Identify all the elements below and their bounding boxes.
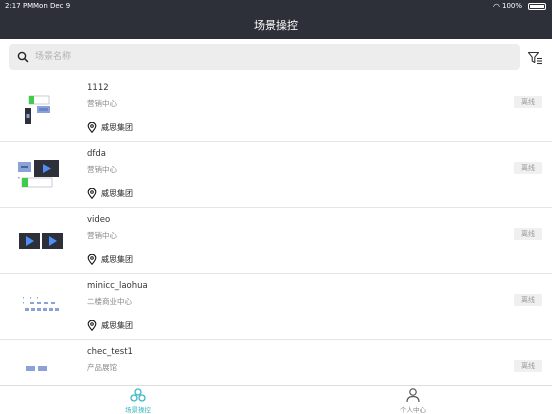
battery-icon xyxy=(528,3,546,10)
tab-bar: 场景操控 个人中心 xyxy=(0,385,552,414)
scene-org: 威思集团 xyxy=(101,122,133,132)
scene-name: minicc_laohua xyxy=(87,281,148,291)
scene-item[interactable]: dfda 营销中心 威思集团 离线 xyxy=(0,142,552,208)
status-time: 2:17 PM xyxy=(5,2,34,10)
scene-thumbnail xyxy=(26,366,47,371)
search-box[interactable] xyxy=(9,44,520,70)
page-title: 场景操控 xyxy=(254,19,298,32)
scene-name: dfda xyxy=(87,149,106,159)
scene-list: 1112 营销中心 威思集团 离线 dfda 营销中心 威思集团 离线 vide… xyxy=(0,76,552,385)
filter-icon[interactable] xyxy=(527,50,543,66)
status-badge: 离线 xyxy=(514,96,542,108)
location-pin-icon xyxy=(87,319,97,331)
scene-name: video xyxy=(87,215,111,225)
scene-thumbnail xyxy=(25,95,50,124)
tab-scene-control[interactable]: 场景操控 xyxy=(108,388,168,414)
scene-item[interactable]: chec_test1 产品展馆 离线 xyxy=(0,340,552,385)
tab-personal-center[interactable]: 个人中心 xyxy=(383,388,443,414)
location-pin-icon xyxy=(87,121,97,133)
search-input[interactable] xyxy=(35,44,505,70)
scene-control-icon xyxy=(130,388,146,402)
scene-item[interactable]: 1112 营销中心 威思集团 离线 xyxy=(0,76,552,142)
scene-location: 威思集团 xyxy=(87,253,133,265)
battery-percent: 100% xyxy=(501,2,522,10)
scene-group: 营销中心 xyxy=(87,165,117,174)
status-bar: 2:17 PM Mon Dec 9 ◠ 100% xyxy=(0,0,552,12)
nav-bar: 场景操控 xyxy=(0,12,552,39)
scene-location: 威思集团 xyxy=(87,319,133,331)
status-badge: 离线 xyxy=(514,294,542,306)
scene-group: 营销中心 xyxy=(87,99,117,108)
status-date: Mon Dec 9 xyxy=(33,2,71,10)
status-badge: 离线 xyxy=(514,360,542,372)
search-icon xyxy=(17,51,29,63)
scene-org: 威思集团 xyxy=(101,254,133,264)
scene-location: 威思集团 xyxy=(87,187,133,199)
scene-group: 二楼商业中心 xyxy=(87,297,132,306)
scene-item[interactable]: video 营销中心 威思集团 离线 xyxy=(0,208,552,274)
person-icon xyxy=(406,388,420,402)
scene-org: 威思集团 xyxy=(101,188,133,198)
status-badge: 离线 xyxy=(514,228,542,240)
location-pin-icon xyxy=(87,253,97,265)
scene-thumbnail xyxy=(19,233,63,249)
scene-group: 营销中心 xyxy=(87,231,117,240)
tab-label: 场景操控 xyxy=(125,406,151,414)
search-row xyxy=(0,39,552,76)
scene-org: 威思集团 xyxy=(101,320,133,330)
scene-thumbnail xyxy=(18,160,59,188)
scene-item[interactable]: minicc_laohua 二楼商业中心 威思集团 离线 xyxy=(0,274,552,340)
location-pin-icon xyxy=(87,187,97,199)
scene-thumbnail xyxy=(23,297,59,311)
scene-group: 产品展馆 xyxy=(87,363,117,372)
status-badge: 离线 xyxy=(514,162,542,174)
scene-name: chec_test1 xyxy=(87,347,133,357)
scene-location: 威思集团 xyxy=(87,121,133,133)
tab-label: 个人中心 xyxy=(400,406,426,414)
scene-name: 1112 xyxy=(87,83,109,93)
app-screen: 2:17 PM Mon Dec 9 ◠ 100% 场景操控 场景名称 1112 … xyxy=(0,0,552,414)
